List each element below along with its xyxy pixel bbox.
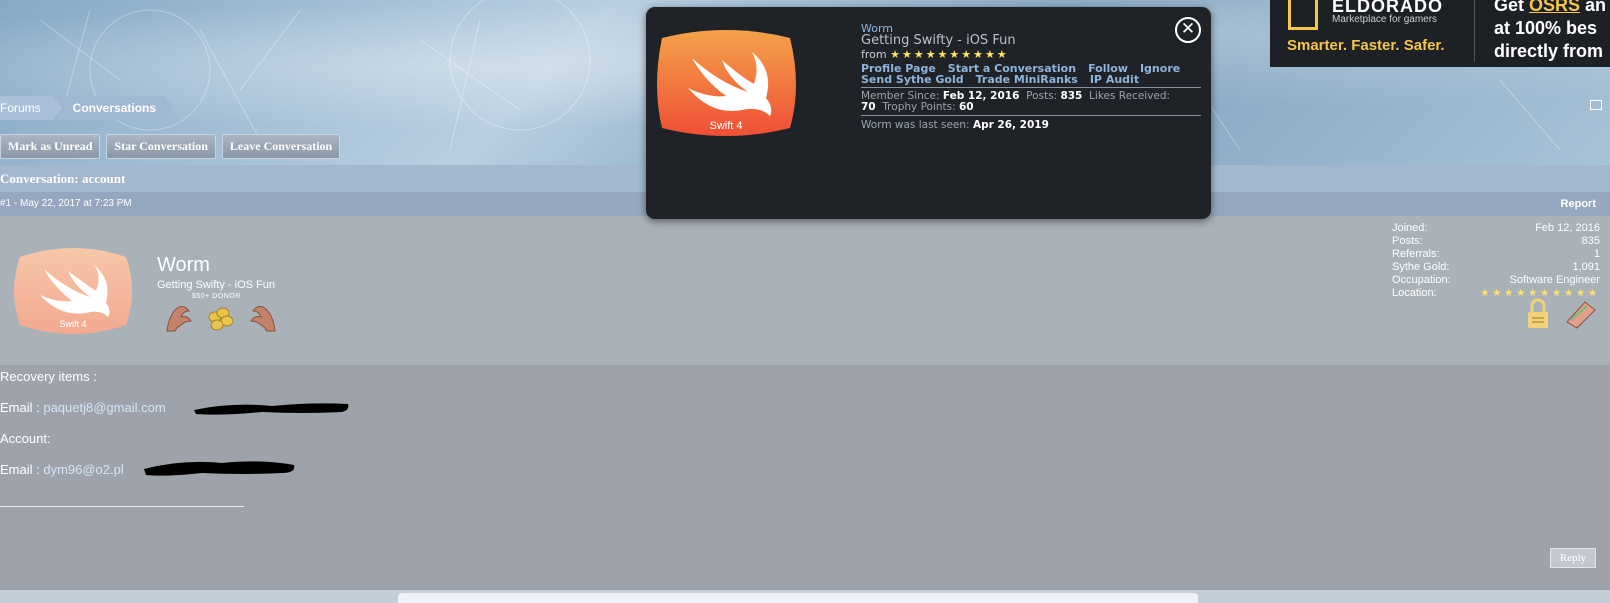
email-link-1[interactable]: paquetj8@gmail.com <box>43 400 165 415</box>
conversation-actions: Mark as Unread Star Conversation Leave C… <box>0 134 341 159</box>
msg-email-line-2: Email : dym96@o2.pl <box>0 462 124 477</box>
post-username[interactable]: Worm <box>157 254 210 277</box>
ignore-link[interactable]: Ignore <box>1140 62 1180 75</box>
breadcrumb: Forums Conversations <box>0 96 174 120</box>
card-user-title: Getting Swifty - iOS Fun <box>861 33 1016 48</box>
msg-email-line-1: Email : paquetj8@gmail.com <box>0 400 166 415</box>
card-last-seen: Worm was last seen: Apr 26, 2019 <box>861 119 1049 131</box>
post-user-title: Getting Swifty - iOS Fun <box>157 279 275 291</box>
card-from: from ★★★★★★★★★★ <box>861 48 1009 61</box>
eldorado-logo-icon <box>1288 0 1318 30</box>
claw-right-icon <box>250 306 276 332</box>
member-card-popup: Swift 4 ✕ Worm Getting Swifty - iOS Fun … <box>646 7 1211 219</box>
card-avatar[interactable]: Swift 4 <box>656 28 796 144</box>
message-body: Recovery items : Email : paquetj8@gmail.… <box>0 365 1610 590</box>
star-conversation-button[interactable]: Star Conversation <box>106 134 216 159</box>
ad-promo: Get OSRS an at 100% bes directly from <box>1494 0 1607 61</box>
avatar-caption: Swift 4 <box>59 319 86 329</box>
eldorado-ad[interactable]: ELDORADO Marketplace for gamers Smarter.… <box>1270 0 1610 67</box>
redaction-scribble-1 <box>194 403 349 415</box>
post-permalink[interactable]: #1 - May 22, 2017 at 7:23 PM <box>0 192 132 216</box>
ad-subtitle: Marketplace for gamers <box>1332 14 1438 25</box>
scroll-icon <box>1566 301 1596 329</box>
breadcrumb-forums[interactable]: Forums <box>0 96 63 120</box>
leave-conversation-button[interactable]: Leave Conversation <box>221 134 341 159</box>
card-links: Profile Page Start a Conversation Follow Ig… <box>861 63 1201 85</box>
signature-divider <box>0 506 244 507</box>
email-link-2[interactable]: dym96@o2.pl <box>43 462 123 477</box>
card-stars-icon: ★★★★★★★★★★ <box>890 48 1009 61</box>
card-divider-2 <box>861 115 1201 116</box>
close-icon[interactable]: ✕ <box>1175 17 1201 43</box>
stat-posts: Posts: 835 <box>1392 235 1600 247</box>
report-link[interactable]: Report <box>1561 192 1596 216</box>
donor-badge: $50+ DONOR <box>192 293 241 300</box>
external-link-icon[interactable] <box>1590 100 1602 110</box>
claw-left-icon <box>166 306 192 332</box>
mark-unread-button[interactable]: Mark as Unread <box>0 134 101 159</box>
post-user-panel: Swift 4 Worm Getting Swifty - iOS Fun $5… <box>0 216 1610 365</box>
redaction-scribble-2 <box>144 461 295 476</box>
stat-occupation: Occupation: Software Engineer <box>1392 274 1600 286</box>
gold-coins-icon <box>208 307 234 331</box>
bottom-strip <box>0 590 1610 603</box>
rank-icons <box>166 306 276 332</box>
trade-miniranks-link[interactable]: Trade MiniRanks <box>976 73 1078 86</box>
card-divider-1 <box>861 87 1201 88</box>
lock-icon <box>1528 298 1548 328</box>
card-member-info: Member Since: Feb 12, 2016 Posts: 835 Li… <box>861 90 1171 113</box>
send-sythe-gold-link[interactable]: Send Sythe Gold <box>861 73 964 86</box>
ip-audit-link[interactable]: IP Audit <box>1090 73 1139 86</box>
ad-divider <box>1474 0 1475 62</box>
stat-referrals: Referrals: 1 <box>1392 248 1600 260</box>
stat-joined: Joined: Feb 12, 2016 <box>1392 222 1600 234</box>
user-avatar[interactable]: Swift 4 <box>14 245 132 338</box>
card-avatar-caption: Swift 4 <box>709 120 742 132</box>
msg-recovery-items: Recovery items : <box>0 369 97 384</box>
stat-sythe-gold: Sythe Gold: 1,091 <box>1392 261 1600 273</box>
user-stats: Joined: Feb 12, 2016 Posts: 835 Referrals:… <box>1392 222 1600 300</box>
msg-account: Account: <box>0 431 51 446</box>
reply-button[interactable]: Reply <box>1550 548 1596 568</box>
ad-tagline: Smarter. Faster. Safer. <box>1287 37 1445 54</box>
breadcrumb-conversations[interactable]: Conversations <box>55 96 174 120</box>
